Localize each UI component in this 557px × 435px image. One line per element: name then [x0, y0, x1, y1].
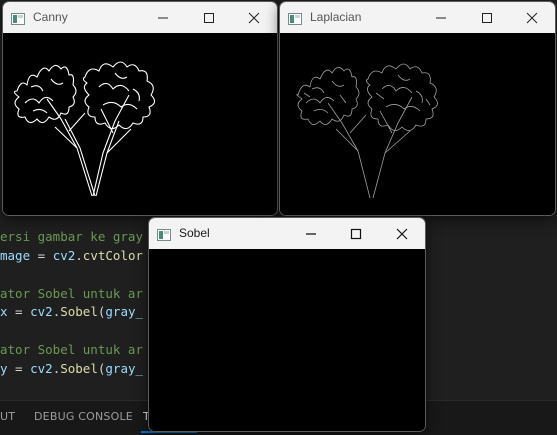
code-token: cv2 [30, 304, 53, 319]
canny-window[interactable]: Canny [2, 1, 278, 216]
minimize-button[interactable] [288, 218, 334, 249]
window-title: Sobel [179, 226, 210, 240]
app-icon [288, 10, 302, 25]
code-token: ator Sobel untuk ar [0, 286, 143, 301]
code-token: mage [0, 248, 31, 263]
title-bar[interactable]: Canny [3, 2, 277, 33]
code-token: = [7, 361, 31, 376]
maximize-icon [350, 228, 362, 239]
maximize-button[interactable] [186, 2, 232, 33]
code-line: ersi gambar ke gray [0, 227, 143, 247]
tab-debug-console[interactable]: DEBUG CONSOLE [34, 410, 133, 423]
maximize-button[interactable] [464, 2, 510, 33]
app-icon [11, 10, 25, 25]
code-line: ator Sobel untuk ar [0, 340, 143, 360]
window-title: Canny [33, 10, 68, 24]
code-token: . [75, 248, 83, 263]
minimize-button[interactable] [418, 2, 464, 33]
close-button[interactable] [379, 218, 425, 249]
laplacian-image [280, 33, 555, 215]
code-token: y [0, 361, 8, 376]
code-token: Sobel [60, 361, 98, 376]
code-line: mage = cv2.cvtColor [0, 246, 143, 266]
close-icon [396, 228, 408, 239]
code-line: x = cv2.Sobel(gray_ [0, 302, 143, 322]
maximize-button[interactable] [333, 218, 379, 249]
title-bar[interactable]: Sobel [149, 218, 425, 249]
close-button[interactable] [509, 2, 555, 33]
close-button[interactable] [231, 2, 277, 33]
code-token: ersi gambar ke gray [0, 229, 143, 244]
code-token: Sobel [60, 304, 98, 319]
code-line: ator Sobel untuk ar [0, 284, 143, 304]
code-token: gray_ [105, 361, 144, 376]
code-token: cv2 [30, 361, 53, 376]
title-bar[interactable]: Laplacian [280, 2, 555, 33]
app-icon [157, 226, 171, 241]
maximize-icon [204, 12, 214, 23]
close-icon [248, 12, 260, 23]
window-title: Laplacian [310, 10, 362, 24]
minimize-icon [306, 232, 316, 235]
code-line: y = cv2.Sobel(gray_ [0, 359, 143, 379]
maximize-icon [482, 12, 492, 23]
code-token: = [7, 304, 31, 319]
tab-output[interactable]: UT [0, 410, 15, 423]
code-token: x [0, 304, 8, 319]
sobel-window[interactable]: Sobel [148, 217, 426, 432]
code-token: ator Sobel untuk ar [0, 342, 143, 357]
close-icon [526, 12, 538, 23]
code-token: = [30, 248, 53, 263]
laplacian-window[interactable]: Laplacian [279, 1, 556, 216]
code-token: cv2 [52, 248, 76, 263]
minimize-icon [158, 17, 168, 18]
minimize-button[interactable] [140, 2, 186, 33]
code-token: cvtColor [82, 248, 144, 263]
minimize-icon [436, 17, 446, 18]
sobel-image [149, 249, 425, 431]
code-token: gray_ [105, 304, 144, 319]
canny-image [3, 33, 277, 215]
